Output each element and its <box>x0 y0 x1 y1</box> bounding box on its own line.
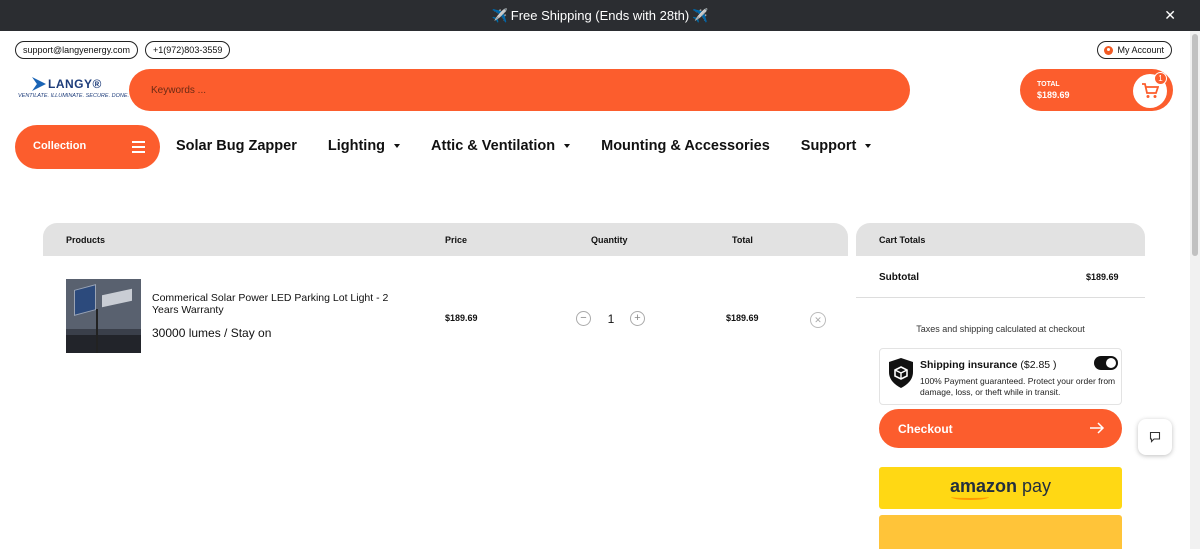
chat-bubble-icon <box>1149 431 1161 443</box>
caret-down-icon <box>394 144 401 148</box>
cart-total-label: TOTAL <box>1037 81 1060 88</box>
quantity-increase-button[interactable]: + <box>630 311 645 326</box>
search-bar <box>129 69 910 111</box>
airplane-icon: ✈️ <box>491 7 508 23</box>
langy-logo[interactable]: LANGY® VENTILATE. ILLUMINATE. SECURE. DO… <box>18 77 129 103</box>
caret-down-icon <box>865 144 872 148</box>
user-icon <box>1104 45 1114 55</box>
quantity-value[interactable]: 1 <box>606 312 616 326</box>
nav-item-label: Mounting & Accessories <box>601 138 770 154</box>
cart-total-amount: $189.69 <box>1037 90 1070 100</box>
insurance-price: ($2.85 ) <box>1020 359 1057 371</box>
nav-item-lighting[interactable]: Lighting <box>327 138 401 154</box>
nav-item-label: Attic & Ventilation <box>431 138 556 154</box>
insurance-title: Shipping insurance ($2.85 ) <box>920 359 1057 371</box>
my-account-label: My Account <box>1117 45 1164 55</box>
shield-icon <box>889 358 913 388</box>
main-nav: Solar Bug Zapper Lighting Attic & Ventil… <box>176 138 902 154</box>
divider <box>856 297 1145 298</box>
arrow-right-icon <box>1090 422 1105 434</box>
amazon-pay-label: amazon pay <box>949 476 1052 496</box>
logo-brand: LANGY® <box>48 77 102 91</box>
collection-label: Collection <box>33 140 87 152</box>
header-price: Price <box>445 235 468 245</box>
cart-icon <box>1142 83 1159 98</box>
my-account-link[interactable]: My Account <box>1097 41 1172 59</box>
nav-item-label: Support <box>800 138 857 154</box>
logo-mark-icon <box>32 77 46 91</box>
nav-item-mounting-accessories[interactable]: Mounting & Accessories <box>601 138 770 154</box>
subtotal-value: $189.69 <box>1086 272 1119 282</box>
checkout-button[interactable]: Checkout <box>879 409 1122 448</box>
contact-info: support@langyenergy.com +1(972)803-3559 <box>15 41 231 59</box>
page-scrollbar[interactable] <box>1190 31 1200 549</box>
paypal-button[interactable] <box>879 515 1122 549</box>
product-image[interactable] <box>66 279 141 353</box>
announcement-text: Free Shipping (Ends with 28th) <box>510 8 690 23</box>
header-products: Products <box>66 235 106 245</box>
nav-item-attic-ventilation[interactable]: Attic & Ventilation <box>431 138 571 154</box>
airplane-icon: ✈️ <box>692 7 709 23</box>
amazon-pay-button[interactable]: amazon pay <box>879 467 1122 509</box>
quantity-decrease-button[interactable]: − <box>576 311 591 326</box>
cart-count-badge: 1 <box>1154 72 1167 85</box>
insurance-toggle[interactable] <box>1094 356 1118 370</box>
cart-totals-title: Cart Totals <box>879 235 926 245</box>
search-input[interactable] <box>129 69 910 111</box>
collection-menu-button[interactable]: Collection <box>15 125 160 169</box>
scrollbar-thumb[interactable] <box>1192 34 1198 256</box>
nav-item-label: Lighting <box>327 138 386 154</box>
shipping-insurance-box: Shipping insurance ($2.85 ) 100% Payment… <box>879 348 1122 405</box>
announcement-bar: ✈️ Free Shipping (Ends with 28th) ✈️ ✕ <box>0 0 1200 31</box>
product-total: $189.69 <box>726 313 759 323</box>
remove-item-button[interactable]: ✕ <box>810 312 826 328</box>
email-link[interactable]: support@langyenergy.com <box>15 41 139 59</box>
close-announcement-button[interactable]: ✕ <box>1164 7 1176 24</box>
product-price: $189.69 <box>445 313 478 323</box>
product-variant: 30000 lumes / Stay on <box>152 326 272 340</box>
cart-table-header: Products Price Quantity Total <box>43 223 848 256</box>
nav-item-label: Solar Bug Zapper <box>176 138 297 154</box>
subtotal-label: Subtotal <box>879 272 919 283</box>
insurance-description: 100% Payment guaranteed. Protect your or… <box>920 376 1116 397</box>
header-quantity: Quantity <box>591 235 628 245</box>
nav-item-solar-bug-zapper[interactable]: Solar Bug Zapper <box>176 138 297 154</box>
chat-button[interactable] <box>1138 419 1172 455</box>
hamburger-icon <box>132 141 145 156</box>
cart-button[interactable]: TOTAL $189.69 1 <box>1020 69 1173 111</box>
phone-link[interactable]: +1(972)803-3559 <box>145 41 231 59</box>
cart-totals-header: Cart Totals <box>856 223 1145 256</box>
amazon-smile-icon <box>951 494 989 500</box>
taxes-note: Taxes and shipping calculated at checkou… <box>916 324 1085 334</box>
logo-tagline: VENTILATE. ILLUMINATE. SECURE. DONE. <box>18 93 130 99</box>
header-total: Total <box>732 235 753 245</box>
caret-down-icon <box>564 144 571 148</box>
insurance-title-text: Shipping insurance <box>920 359 1018 371</box>
nav-item-support[interactable]: Support <box>801 138 872 154</box>
product-name[interactable]: Commerical Solar Power LED Parking Lot L… <box>152 292 407 316</box>
checkout-label: Checkout <box>898 422 953 436</box>
